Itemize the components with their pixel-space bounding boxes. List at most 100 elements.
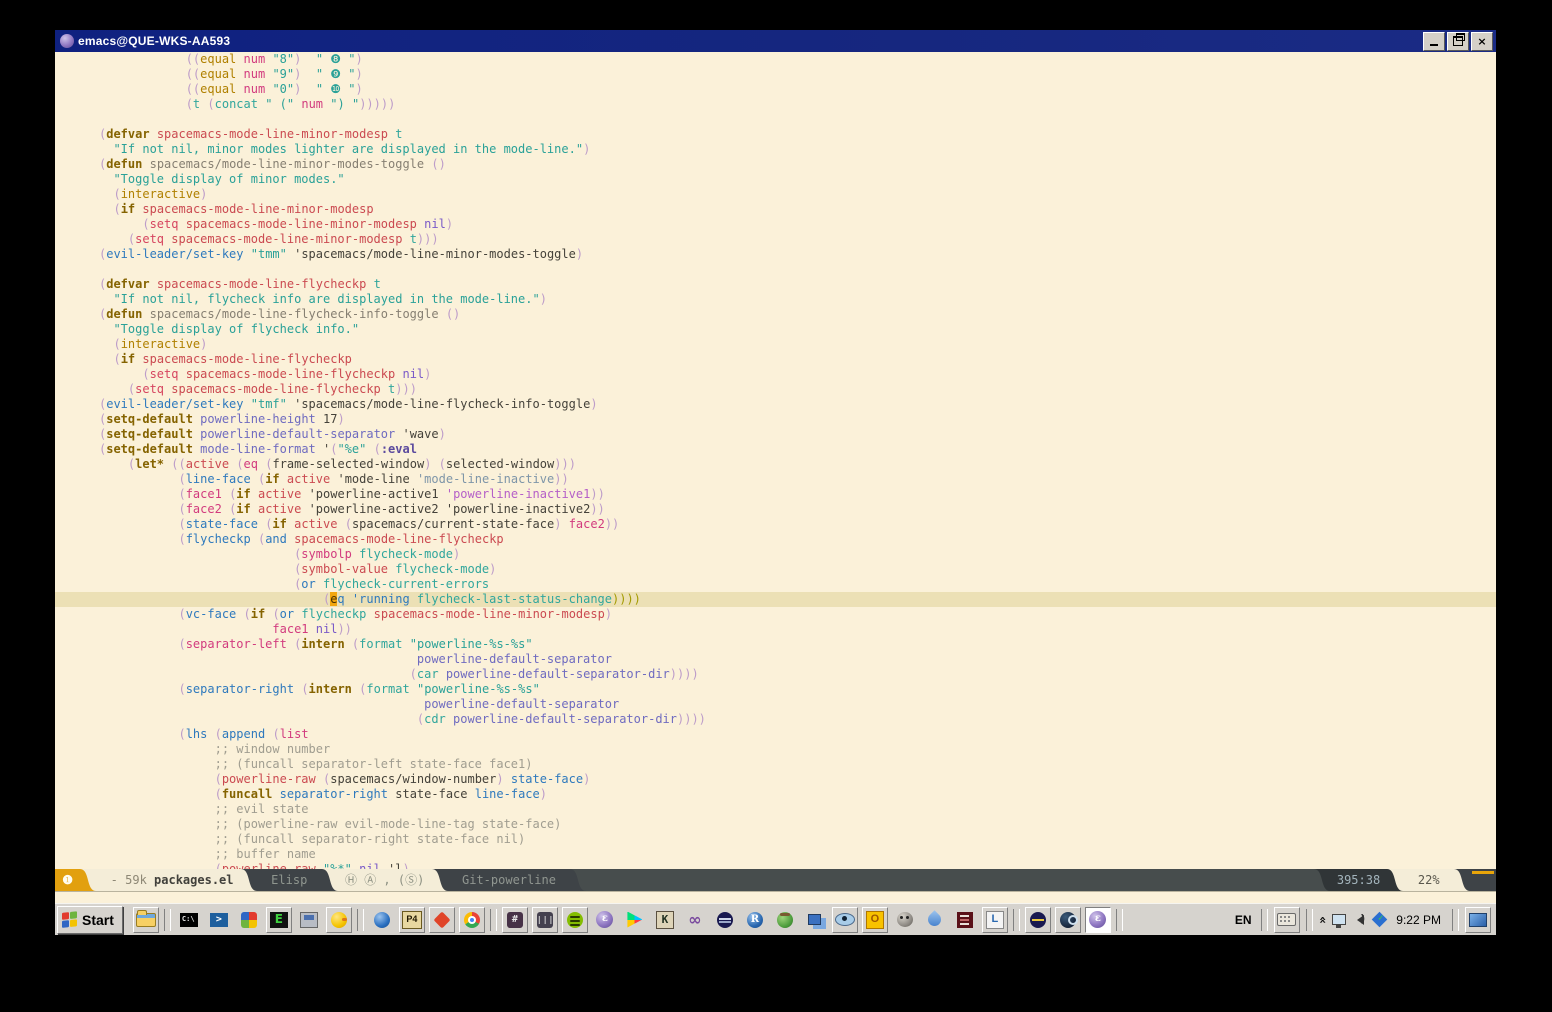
code-line: (car powerline-default-separator-dir)))) — [55, 667, 1496, 682]
taskbar-divider — [1306, 909, 1313, 931]
editor-buffer[interactable]: ((equal num "8") " ❽ ") ((equal num "9")… — [55, 52, 1496, 869]
tray-clock[interactable]: 9:22 PM — [1388, 913, 1449, 927]
p4-icon[interactable] — [399, 907, 425, 933]
duck-icon[interactable] — [326, 907, 352, 933]
diamond-icon[interactable] — [429, 907, 455, 933]
minimize-icon — [1430, 44, 1438, 46]
show-desktop-icon[interactable] — [1465, 907, 1491, 933]
start-button[interactable]: Start — [57, 906, 123, 934]
wave-separator — [570, 869, 586, 891]
code-line: (face1 (if active 'powerline-active1 'po… — [55, 487, 1496, 502]
taskbar-divider — [1013, 909, 1020, 931]
wave-separator — [241, 869, 257, 891]
code-line: (setq spacemacs-mode-line-minor-modesp n… — [55, 217, 1496, 232]
keyboard-icon[interactable] — [1274, 907, 1300, 933]
slack-icon[interactable] — [502, 907, 528, 933]
eclipse-icon[interactable] — [712, 907, 738, 933]
eye-icon[interactable] — [832, 907, 858, 933]
globe-icon[interactable] — [369, 907, 395, 933]
close-button[interactable]: × — [1471, 32, 1493, 51]
code-line: powerline-default-separator — [55, 652, 1496, 667]
code-line: (state-face (if active (spacemacs/curren… — [55, 517, 1496, 532]
emacs-active-icon[interactable] — [1085, 907, 1111, 933]
code-line: (lhs (append (list — [55, 727, 1496, 742]
code-line: (or flycheck-current-errors — [55, 577, 1496, 592]
vcs-segment[interactable]: Git-powerline — [448, 869, 571, 891]
close-icon: × — [1477, 36, 1486, 47]
minor-modes-segment[interactable]: Ⓗ Ⓐ , (Ⓢ) — [338, 869, 432, 891]
modeline-fill[interactable] — [586, 869, 1313, 891]
code-line: "If not nil, flycheck info are displayed… — [55, 292, 1496, 307]
taskbar-divider — [357, 909, 364, 931]
buffer-name-segment[interactable]: packages.el — [154, 869, 241, 891]
snake-icon[interactable] — [772, 907, 798, 933]
code-line: (interactive) — [55, 187, 1496, 202]
monitors-icon[interactable] — [802, 907, 828, 933]
cmd-icon[interactable] — [176, 907, 202, 933]
colorapp-icon[interactable] — [236, 907, 262, 933]
minimize-button[interactable] — [1423, 32, 1445, 51]
code-line: (flycheckp (and spacemacs-mode-line-flyc… — [55, 532, 1496, 547]
taskbar-divider — [164, 909, 171, 931]
screen: emacs@QUE-WKS-AA593 × ((equal num "8") "… — [0, 0, 1552, 1012]
gimp-icon[interactable] — [892, 907, 918, 933]
code-line: "Toggle display of minor modes." — [55, 172, 1496, 187]
echo-area[interactable] — [55, 891, 1496, 903]
spotify-icon[interactable] — [562, 907, 588, 933]
code-line: (setq spacemacs-mode-line-flycheckp t))) — [55, 382, 1496, 397]
rlang-icon[interactable] — [742, 907, 768, 933]
code-line: (let* ((active (eq (frame-selected-windo… — [55, 457, 1496, 472]
play-icon[interactable] — [622, 907, 648, 933]
code-line: (powerline-raw "%*" nil 'l) — [55, 862, 1496, 869]
linq-icon[interactable] — [982, 907, 1008, 933]
eclipse2-icon[interactable] — [1025, 907, 1051, 933]
code-line: ;; (funcall separator-right state-face n… — [55, 832, 1496, 847]
percent-segment[interactable]: 22% — [1403, 869, 1454, 891]
code-line: (symbolp flycheck-mode) — [55, 547, 1496, 562]
taskbar-divider — [490, 909, 497, 931]
code-line: (vc-face (if (or flycheckp spacemacs-mod… — [55, 607, 1496, 622]
dropbox-icon[interactable] — [1374, 914, 1385, 925]
wave-separator — [80, 869, 96, 891]
disk-icon[interactable] — [296, 907, 322, 933]
infinity-icon[interactable] — [682, 907, 708, 933]
code-line: (separator-right (intern (format "powerl… — [55, 682, 1496, 697]
hud-segment[interactable] — [1470, 869, 1496, 891]
chrome-icon[interactable] — [459, 907, 485, 933]
window-titlebar[interactable]: emacs@QUE-WKS-AA593 × — [55, 30, 1496, 52]
outlook-icon[interactable] — [862, 907, 888, 933]
code-line: (defun spacemacs/mode-line-minor-modes-t… — [55, 157, 1496, 172]
code-line: (setq-default powerline-default-separato… — [55, 427, 1496, 442]
emacs-term-icon[interactable] — [266, 907, 292, 933]
restore-button[interactable] — [1447, 32, 1469, 51]
position-segment[interactable]: 395:38 — [1330, 869, 1388, 891]
folder-icon[interactable] — [133, 907, 159, 933]
code-line: (face2 (if active 'powerline-active2 'po… — [55, 502, 1496, 517]
powershell-icon[interactable] — [206, 907, 232, 933]
intellij-icon[interactable] — [952, 907, 978, 933]
taskbar-divider — [1261, 909, 1268, 931]
scroll-hud-bar — [1472, 871, 1494, 874]
code-line: (setq-default mode-line-format '("%e" (:… — [55, 442, 1496, 457]
language-indicator[interactable]: EN — [1229, 913, 1258, 927]
emacs-app-icon — [60, 34, 74, 48]
pixelk-icon[interactable] — [652, 907, 678, 933]
bars-icon[interactable] — [532, 907, 558, 933]
network-icon[interactable] — [1332, 914, 1346, 925]
hide-icons-chevron-icon[interactable]: « — [1319, 913, 1327, 927]
code-line: "If not nil, minor modes lighter are dis… — [55, 142, 1496, 157]
wave-separator — [322, 869, 338, 891]
emacs-icon[interactable] — [592, 907, 618, 933]
code-line: (setq-default powerline-height 17) — [55, 412, 1496, 427]
window-number-segment[interactable]: ❶ — [55, 869, 80, 891]
speaker-icon[interactable] — [1352, 915, 1368, 925]
modeline: ❶ - 59k packages.el Elisp Ⓗ Ⓐ , (Ⓢ) Git-… — [55, 869, 1496, 891]
code-line: (separator-left (intern (format "powerli… — [55, 637, 1496, 652]
code-line: (defvar spacemacs-mode-line-flycheckp t — [55, 277, 1496, 292]
buffer-state-segment[interactable]: - 59k — [96, 869, 154, 891]
steam-icon[interactable] — [1055, 907, 1081, 933]
quill-icon[interactable] — [922, 907, 948, 933]
restore-icon — [1453, 36, 1463, 46]
major-mode-segment[interactable]: Elisp — [257, 869, 322, 891]
taskbar: Start EN « 9:22 PM — [55, 903, 1496, 935]
